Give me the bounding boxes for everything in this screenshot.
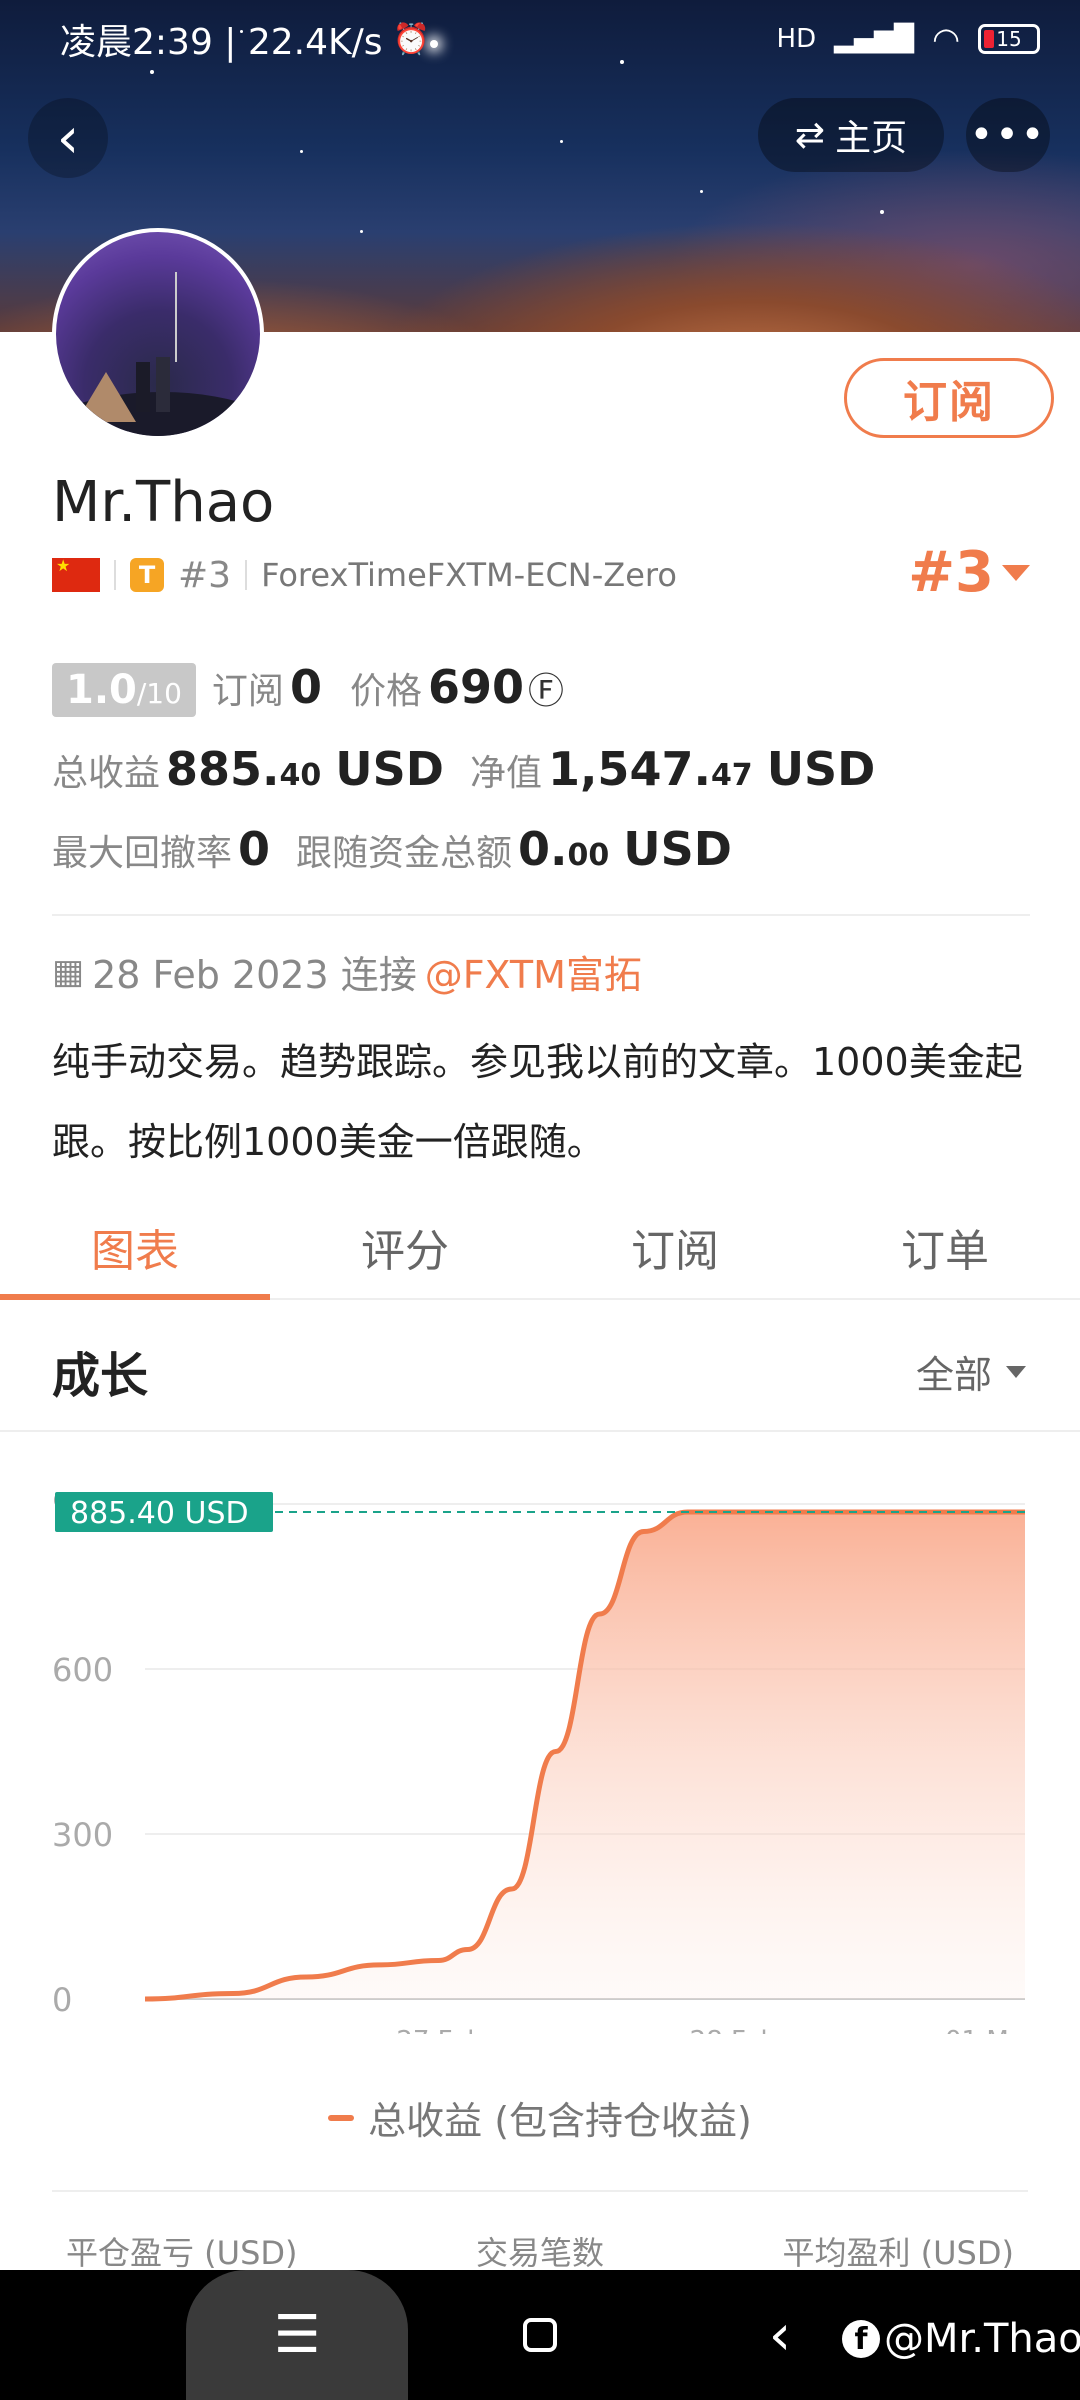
avg-profit-label: 平均盈利 (USD) <box>782 2234 1014 2272</box>
stats-row-3: 最大回撤率 0 跟随资金总额 0.00 USD <box>52 822 732 876</box>
status-time: 凌晨2:39 | 22.4K/s <box>60 22 383 63</box>
signal-icon: ▂▄▆█ <box>834 24 915 54</box>
more-dots-icon: ••• <box>969 112 1047 158</box>
watermark: f @Mr.Thao <box>842 2316 1080 2362</box>
watermark-text: @Mr.Thao <box>884 2316 1080 2362</box>
tab-chart[interactable]: 图表 <box>0 1196 270 1300</box>
alarm-icon: ⏰ <box>392 21 430 57</box>
chart-legend: 总收益 (包含持仓收益) <box>0 2090 1080 2145</box>
menu-icon: ☰ <box>273 2305 321 2365</box>
trader-description: 纯手动交易。趋势跟踪。参见我以前的文章。1000美金起跟。按比例1000美金一倍… <box>52 1040 1023 1164</box>
broker-label: ForexTimeFXTM-ECN-Zero <box>261 556 677 594</box>
y-tick-label: 0 <box>52 1981 72 2019</box>
menu-button[interactable]: ☰ <box>186 2270 408 2400</box>
swap-icon: ⇄ <box>794 114 826 156</box>
broker-link[interactable]: @FXTM富拓 <box>425 944 642 999</box>
rank-value: #3 <box>908 540 994 605</box>
home-button[interactable]: ⇄ 主页 <box>758 98 944 172</box>
metrics-header: 平仓盈亏 (USD) 交易笔数 平均盈利 (USD) <box>0 2228 1080 2274</box>
caret-down-icon <box>1002 564 1030 581</box>
series-area <box>145 1512 1025 1999</box>
drawdown-label: 最大回撤率 <box>52 833 233 874</box>
equity-unit: USD <box>766 742 876 796</box>
calendar-icon: ▦ <box>52 951 85 992</box>
divider <box>245 560 248 590</box>
trader-meta: T #3 ForexTimeFXTM-ECN-Zero <box>52 552 677 598</box>
drawdown-value: 0 <box>238 822 271 876</box>
y-tick-label: 600 <box>52 1651 113 1689</box>
tab-bar: 图表 评分 订阅 订单 <box>0 1196 1080 1300</box>
equity-label: 净值 <box>469 753 542 794</box>
score-value: 1.0 <box>66 667 137 713</box>
current-value-label: 885.40 USD <box>55 1492 273 1533</box>
status-bar: 凌晨2:39 | 22.4K/s ⏰ HD ▂▄▆█ ◠ 15 <box>60 14 1040 64</box>
tab-subscriptions[interactable]: 订阅 <box>540 1196 810 1298</box>
tab-orders[interactable]: 订单 <box>810 1196 1080 1298</box>
x-tick-label: 01 Mar <box>945 2026 1036 2034</box>
svg-text:885.40 USD: 885.40 USD <box>70 1496 249 1531</box>
battery-level: 15 <box>996 27 1022 51</box>
avatar[interactable] <box>52 228 264 440</box>
trades-label: 交易笔数 <box>475 2234 604 2272</box>
y-tick-label: 300 <box>52 1816 113 1854</box>
battery-icon: 15 <box>978 24 1040 54</box>
divider <box>52 914 1030 916</box>
network-label: HD <box>776 24 817 54</box>
price-value: 690 <box>427 660 524 714</box>
total-profit-unit: USD <box>335 742 444 796</box>
back-nav-button[interactable]: ‹ <box>740 2270 820 2400</box>
wifi-icon: ◠ <box>932 20 960 58</box>
x-tick-label: 28 Feb <box>690 2026 777 2034</box>
follow-funds-unit: USD <box>623 822 732 876</box>
rank-dropdown[interactable]: #3 <box>908 540 1030 605</box>
back-button[interactable]: ‹ <box>28 98 108 178</box>
price-label: 价格 <box>349 671 422 712</box>
range-dropdown[interactable]: 全部 <box>916 1344 1026 1399</box>
trader-name: Mr.Thao <box>52 470 275 535</box>
x-tick-label: 27 Feb <box>396 2026 483 2034</box>
growth-chart[interactable]: 0300600900 27 Feb28 Feb01 Mar 885.40 USD <box>0 1434 1080 2034</box>
subscribe-button[interactable]: 订阅 <box>844 358 1054 438</box>
score-max: /10 <box>136 677 182 710</box>
subscribers-label: 订阅 <box>211 671 284 712</box>
china-flag-icon <box>52 556 100 592</box>
home-label: 主页 <box>835 118 908 159</box>
follow-funds-label: 跟随资金总额 <box>296 833 513 874</box>
growth-section-header: 成长 全部 <box>0 1300 1080 1432</box>
subscribers-count: 0 <box>289 660 322 714</box>
legend-swatch <box>328 2114 355 2121</box>
equity-value: 1,547.47 <box>547 742 753 796</box>
tab-rating[interactable]: 评分 <box>270 1196 540 1298</box>
coin-icon: Ⓕ <box>528 671 565 712</box>
follow-funds-value: 0.00 <box>518 822 610 876</box>
closed-pl-label: 平仓盈亏 (USD) <box>66 2234 298 2272</box>
section-title: 成长 <box>52 1348 149 1404</box>
home-nav-button[interactable] <box>500 2270 580 2400</box>
range-value: 全部 <box>915 1353 992 1397</box>
facebook-icon: f <box>842 2320 880 2358</box>
connection-date: 28 Feb 2023 连接 <box>92 953 417 997</box>
avatar-illustration <box>56 272 260 436</box>
back-arrow-icon: ‹ <box>768 2302 792 2368</box>
more-button[interactable]: ••• <box>966 98 1050 172</box>
score-badge: 1.0/10 <box>52 663 196 717</box>
connection-info: ▦ 28 Feb 2023 连接 @FXTM富拓 <box>52 944 642 999</box>
divider <box>52 2190 1028 2192</box>
stats-row-1: 1.0/10 订阅 0 价格 690 Ⓕ <box>52 660 564 717</box>
home-square-icon <box>523 2318 557 2352</box>
stats-row-2: 总收益 885.40 USD 净值 1,547.47 USD <box>52 742 875 796</box>
legend-label: 总收益 (包含持仓收益) <box>368 2099 752 2143</box>
caret-down-icon <box>1006 1365 1026 1378</box>
rank-label: #3 <box>178 554 232 596</box>
tier-badge: T <box>130 558 164 592</box>
total-profit-value: 885.40 <box>166 742 322 796</box>
divider <box>114 560 116 590</box>
chevron-left-icon: ‹ <box>56 105 80 171</box>
total-profit-label: 总收益 <box>52 753 161 794</box>
